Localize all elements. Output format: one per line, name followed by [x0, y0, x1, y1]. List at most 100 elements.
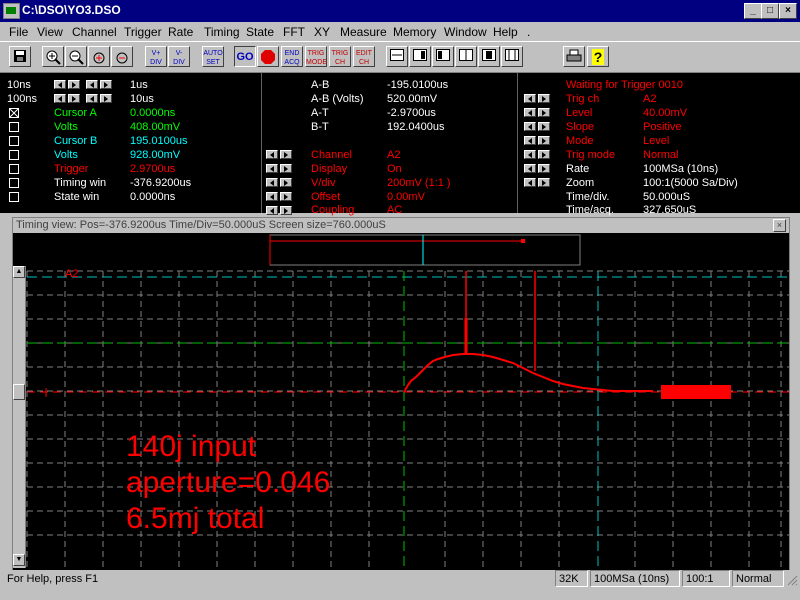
- zoom-out-button[interactable]: [65, 46, 87, 67]
- v-plus-div-button[interactable]: V+ DIV: [145, 46, 167, 67]
- channel-right-arrow[interactable]: [280, 150, 292, 159]
- scroll-up-button[interactable]: ▲: [13, 266, 25, 278]
- save-button[interactable]: [9, 46, 31, 67]
- app-icon[interactable]: [3, 3, 20, 19]
- trig-ch-button[interactable]: TRIG CH: [329, 46, 351, 67]
- offset-left-arrow[interactable]: [266, 192, 278, 201]
- level-right-arrow[interactable]: [538, 108, 550, 117]
- menu-state[interactable]: State: [246, 25, 274, 39]
- menu-timing[interactable]: Timing: [204, 25, 240, 39]
- edit-ch-button[interactable]: EDIT CH: [353, 46, 375, 67]
- trig-ch-value: A2: [643, 93, 657, 105]
- printer-icon: [566, 49, 582, 62]
- menu-help[interactable]: Help: [493, 25, 518, 39]
- menu-file[interactable]: File: [9, 25, 28, 39]
- maximize-button[interactable]: □: [761, 3, 779, 19]
- trig-ch-left-arrow[interactable]: [524, 94, 536, 103]
- view-6-button[interactable]: [501, 46, 523, 67]
- display-right-arrow[interactable]: [280, 164, 292, 173]
- menu-trigger[interactable]: Trigger: [124, 25, 162, 39]
- vdiv-right-arrow[interactable]: [280, 178, 292, 187]
- menu-dot[interactable]: .: [527, 25, 530, 39]
- end-acq-button[interactable]: END ACQ: [281, 46, 303, 67]
- resize-grip-icon[interactable]: [786, 574, 798, 586]
- range-1-left-arrow[interactable]: [54, 80, 66, 89]
- scroll-thumb[interactable]: [13, 384, 25, 400]
- menu-view[interactable]: View: [37, 25, 63, 39]
- check-x-icon: [10, 109, 18, 117]
- menu-rate[interactable]: Rate: [168, 25, 193, 39]
- volts-b-checkbox[interactable]: [9, 150, 19, 160]
- trigger-checkbox[interactable]: [9, 164, 19, 174]
- print-button[interactable]: [563, 46, 585, 67]
- v-minus-div-button[interactable]: V- DIV: [168, 46, 190, 67]
- zoom-in-2-button[interactable]: [88, 46, 110, 67]
- menu-channel[interactable]: Channel: [72, 25, 117, 39]
- view-3-button[interactable]: [432, 46, 454, 67]
- help-button[interactable]: ?: [587, 46, 609, 67]
- cursor-b-checkbox[interactable]: [9, 136, 19, 146]
- coupling-right-arrow[interactable]: [280, 206, 292, 215]
- range-1b-left-arrow[interactable]: [86, 80, 98, 89]
- view-4-button[interactable]: [455, 46, 477, 67]
- state-win-checkbox[interactable]: [9, 192, 19, 202]
- menu-xy[interactable]: XY: [314, 25, 330, 39]
- range-2-left-arrow[interactable]: [54, 94, 66, 103]
- vertical-scrollbar[interactable]: ▲ ▼: [13, 266, 26, 568]
- mode-right-arrow[interactable]: [538, 136, 550, 145]
- coupling-left-arrow[interactable]: [266, 206, 278, 215]
- timing-win-checkbox[interactable]: [9, 178, 19, 188]
- rate-left-arrow[interactable]: [524, 164, 536, 173]
- trig-mode-right-arrow[interactable]: [538, 150, 550, 159]
- mode-left-arrow[interactable]: [524, 136, 536, 145]
- vdiv-left-arrow[interactable]: [266, 178, 278, 187]
- status-zoom: 100:1: [682, 570, 730, 587]
- cursor-a-checkbox[interactable]: [9, 108, 19, 118]
- trig-mode-left-arrow[interactable]: [524, 150, 536, 159]
- menu-window[interactable]: Window: [444, 25, 487, 39]
- display-left-arrow[interactable]: [266, 164, 278, 173]
- close-button[interactable]: ×: [779, 3, 797, 19]
- waveform-view-icon: [482, 49, 496, 61]
- range-1b-right-arrow[interactable]: [100, 80, 112, 89]
- view-1-button[interactable]: [386, 46, 408, 67]
- acquisition-overview[interactable]: [269, 234, 581, 266]
- range-2b-right-arrow[interactable]: [100, 94, 112, 103]
- slope-left-arrow[interactable]: [524, 122, 536, 131]
- range-2-right-arrow[interactable]: [68, 94, 80, 103]
- timing-view-window: Timing view: Pos=-376.9200us Time/Div=50…: [12, 217, 790, 571]
- scroll-down-button[interactable]: ▼: [13, 554, 25, 566]
- level-left-arrow[interactable]: [524, 108, 536, 117]
- rate-right-arrow[interactable]: [538, 164, 550, 173]
- volts-a-checkbox[interactable]: [9, 122, 19, 132]
- menu-measure[interactable]: Measure: [340, 25, 387, 39]
- range-1-right-arrow[interactable]: [68, 80, 80, 89]
- zoom-out-2-button[interactable]: [111, 46, 133, 67]
- floppy-icon: [14, 50, 26, 62]
- zoom-in-button[interactable]: [42, 46, 64, 67]
- waveform-view-icon: [436, 49, 450, 61]
- measure-at-label: A-T: [311, 107, 329, 119]
- auto-set-button[interactable]: AUTO SET: [202, 46, 224, 67]
- menu-memory[interactable]: Memory: [393, 25, 436, 39]
- time-div-label: Time/div.: [566, 191, 610, 203]
- slope-right-arrow[interactable]: [538, 122, 550, 131]
- offset-right-arrow[interactable]: [280, 192, 292, 201]
- trig-ch-right-arrow[interactable]: [538, 94, 550, 103]
- minimize-button[interactable]: _: [744, 3, 762, 19]
- zoom-left-arrow[interactable]: [524, 178, 536, 187]
- view-2-button[interactable]: [409, 46, 431, 67]
- trig-mode-button[interactable]: TRIG MODE: [305, 46, 327, 67]
- stop-button[interactable]: [257, 46, 279, 67]
- go-button[interactable]: GO: [234, 46, 256, 67]
- rate-value: 100MSa (10ns): [643, 163, 719, 175]
- timing-view-close-button[interactable]: ×: [773, 219, 786, 232]
- menu-fft[interactable]: FFT: [283, 25, 305, 39]
- coupling-label: Coupling: [311, 204, 355, 216]
- range-2b-left-arrow[interactable]: [86, 94, 98, 103]
- zoom-label: Zoom: [566, 177, 595, 189]
- channel-left-arrow[interactable]: [266, 150, 278, 159]
- zoom-right-arrow[interactable]: [538, 178, 550, 187]
- annotation-line-2: aperture=0.046: [126, 466, 331, 499]
- view-5-button[interactable]: [478, 46, 500, 67]
